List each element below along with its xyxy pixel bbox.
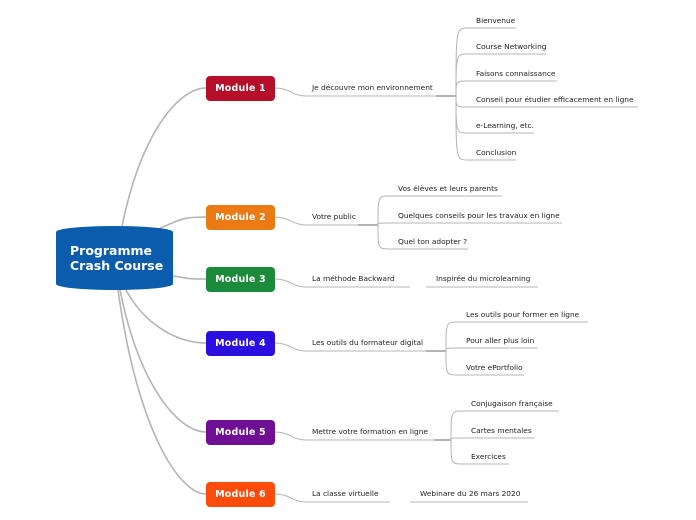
- child-branch-line: [455, 80, 557, 97]
- child-branch-line: [455, 27, 516, 97]
- child-label[interactable]: Conseil pour étudier efficacement en lig…: [476, 95, 634, 105]
- child-label[interactable]: Inspirée du microlearning: [436, 274, 530, 284]
- child-label[interactable]: Bienvenue: [476, 16, 515, 26]
- topic-label[interactable]: Je découvre mon environnement: [312, 83, 433, 93]
- child-label[interactable]: Quel ton adopter ?: [398, 237, 467, 247]
- child-label[interactable]: Votre ePortfolio: [466, 363, 523, 373]
- child-branch-line: [445, 347, 538, 352]
- module-node-1[interactable]: Module 1: [206, 76, 275, 101]
- child-label[interactable]: Vos élèves et leurs parents: [398, 184, 498, 194]
- root-title-line1: Programme: [70, 243, 152, 258]
- root-title-line2: Crash Course: [70, 258, 164, 273]
- root-to-module-line: [171, 275, 207, 280]
- root-to-module-line: [121, 87, 207, 227]
- child-label[interactable]: Webinare du 26 mars 2020: [420, 489, 520, 499]
- module-node-3[interactable]: Module 3: [206, 267, 275, 292]
- topic-label[interactable]: La classe virtuelle: [312, 489, 379, 499]
- child-label[interactable]: Cartes mentales: [471, 426, 532, 436]
- child-label[interactable]: Les outils pour former en ligne: [466, 310, 579, 320]
- module-node-2[interactable]: Module 2: [206, 205, 275, 230]
- child-label[interactable]: e-Learning, etc.: [476, 121, 534, 131]
- topic-label[interactable]: Mettre votre formation en ligne: [312, 427, 428, 437]
- topic-label[interactable]: La méthode Backward: [312, 274, 395, 284]
- root-to-module-line: [119, 289, 207, 433]
- root-to-module-line: [159, 216, 207, 229]
- child-label[interactable]: Exercices: [471, 452, 506, 462]
- topic-label[interactable]: Votre public: [312, 212, 356, 222]
- module-node-4[interactable]: Module 4: [206, 331, 275, 356]
- child-branch-line: [450, 437, 535, 441]
- child-label[interactable]: Course Networking: [476, 42, 546, 52]
- child-branch-line: [377, 222, 562, 226]
- root-to-module-line: [125, 289, 207, 344]
- module-node-5[interactable]: Module 5: [206, 420, 275, 445]
- topic-label[interactable]: Les outils du formateur digital: [312, 338, 423, 348]
- root-node[interactable]: Programme Crash Course: [56, 226, 173, 290]
- module-node-6[interactable]: Module 6: [206, 482, 275, 507]
- child-label[interactable]: Conclusion: [476, 148, 516, 158]
- child-label[interactable]: Quelques conseils pour les travaux en li…: [398, 211, 560, 221]
- child-label[interactable]: Pour aller plus loin: [466, 336, 534, 346]
- child-label[interactable]: Faisons connaissance: [476, 69, 555, 79]
- child-label[interactable]: Conjugaison française: [471, 399, 553, 409]
- root-to-module-line: [117, 289, 207, 495]
